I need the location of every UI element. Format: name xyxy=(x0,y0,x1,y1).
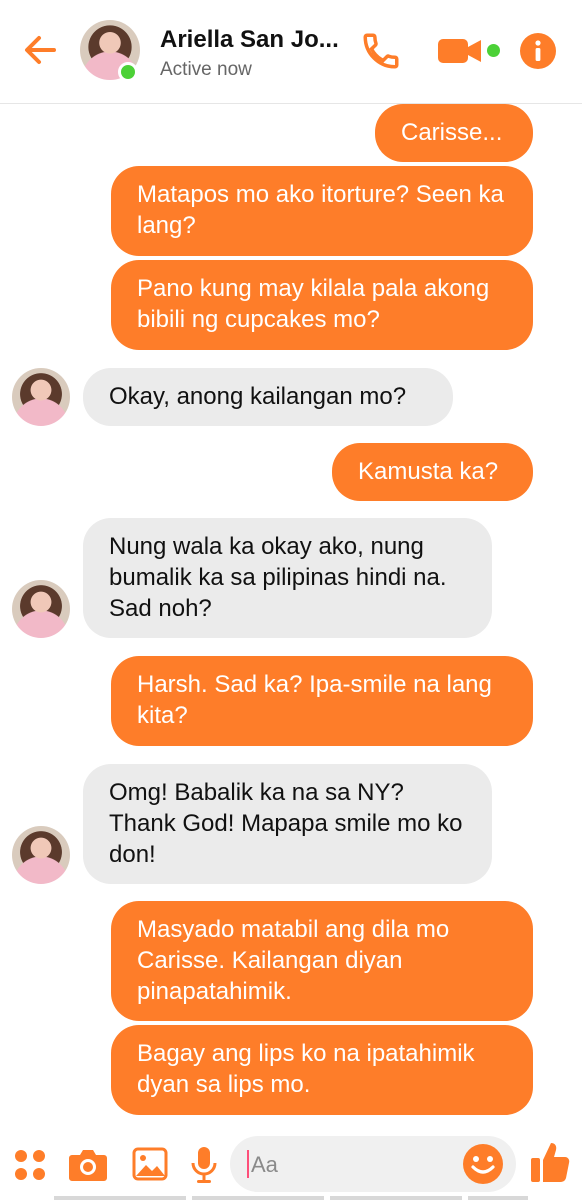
outgoing-message[interactable]: Masyado matabil ang dila mo Carisse. Kai… xyxy=(111,901,533,1021)
info-icon[interactable] xyxy=(520,33,556,69)
message-input-placeholder: Aa xyxy=(251,1152,278,1177)
apps-grid-icon[interactable] xyxy=(13,1148,47,1182)
text-caret xyxy=(247,1150,249,1178)
nav-bar-segment xyxy=(330,1196,462,1200)
outgoing-message[interactable]: Carisse... xyxy=(375,104,533,162)
nav-bar-segment xyxy=(54,1196,186,1200)
video-active-dot xyxy=(487,44,500,57)
outgoing-message[interactable]: Kamusta ka? xyxy=(332,443,533,501)
back-arrow-icon[interactable] xyxy=(20,30,60,70)
outgoing-message[interactable]: Harsh. Sad ka? Ipa-smile na lang kita? xyxy=(111,656,533,746)
emoji-icon[interactable] xyxy=(462,1143,504,1185)
contact-name[interactable]: Ariella San Jo... xyxy=(160,26,339,54)
contact-status: Active now xyxy=(160,59,252,80)
thumbs-up-icon[interactable] xyxy=(530,1140,570,1184)
outgoing-message[interactable]: Bagay ang lips ko na ipatahimik dyan sa … xyxy=(111,1025,533,1115)
chat-header: Ariella San Jo... Active now xyxy=(0,0,582,104)
nav-bar-segment xyxy=(192,1196,324,1200)
nav-bar-segment xyxy=(468,1196,528,1200)
online-indicator xyxy=(118,62,138,82)
outgoing-message[interactable]: Pano kung may kilala pala akong bibili n… xyxy=(111,260,533,350)
contact-avatar[interactable] xyxy=(12,826,70,884)
contact-avatar[interactable] xyxy=(12,368,70,426)
outgoing-message[interactable]: Matapos mo ako itorture? Seen ka lang? xyxy=(111,166,533,256)
incoming-message[interactable]: Omg! Babalik ka na sa NY? Thank God! Map… xyxy=(83,764,492,884)
phone-icon[interactable] xyxy=(360,30,402,72)
incoming-message[interactable]: Nung wala ka okay ako, nung bumalik ka s… xyxy=(83,518,492,638)
incoming-message[interactable]: Okay, anong kailangan mo? xyxy=(83,368,453,426)
microphone-icon[interactable] xyxy=(190,1145,218,1185)
image-icon[interactable] xyxy=(132,1147,168,1181)
contact-avatar[interactable] xyxy=(12,580,70,638)
camera-icon[interactable] xyxy=(68,1148,108,1182)
video-camera-icon[interactable] xyxy=(437,36,483,66)
